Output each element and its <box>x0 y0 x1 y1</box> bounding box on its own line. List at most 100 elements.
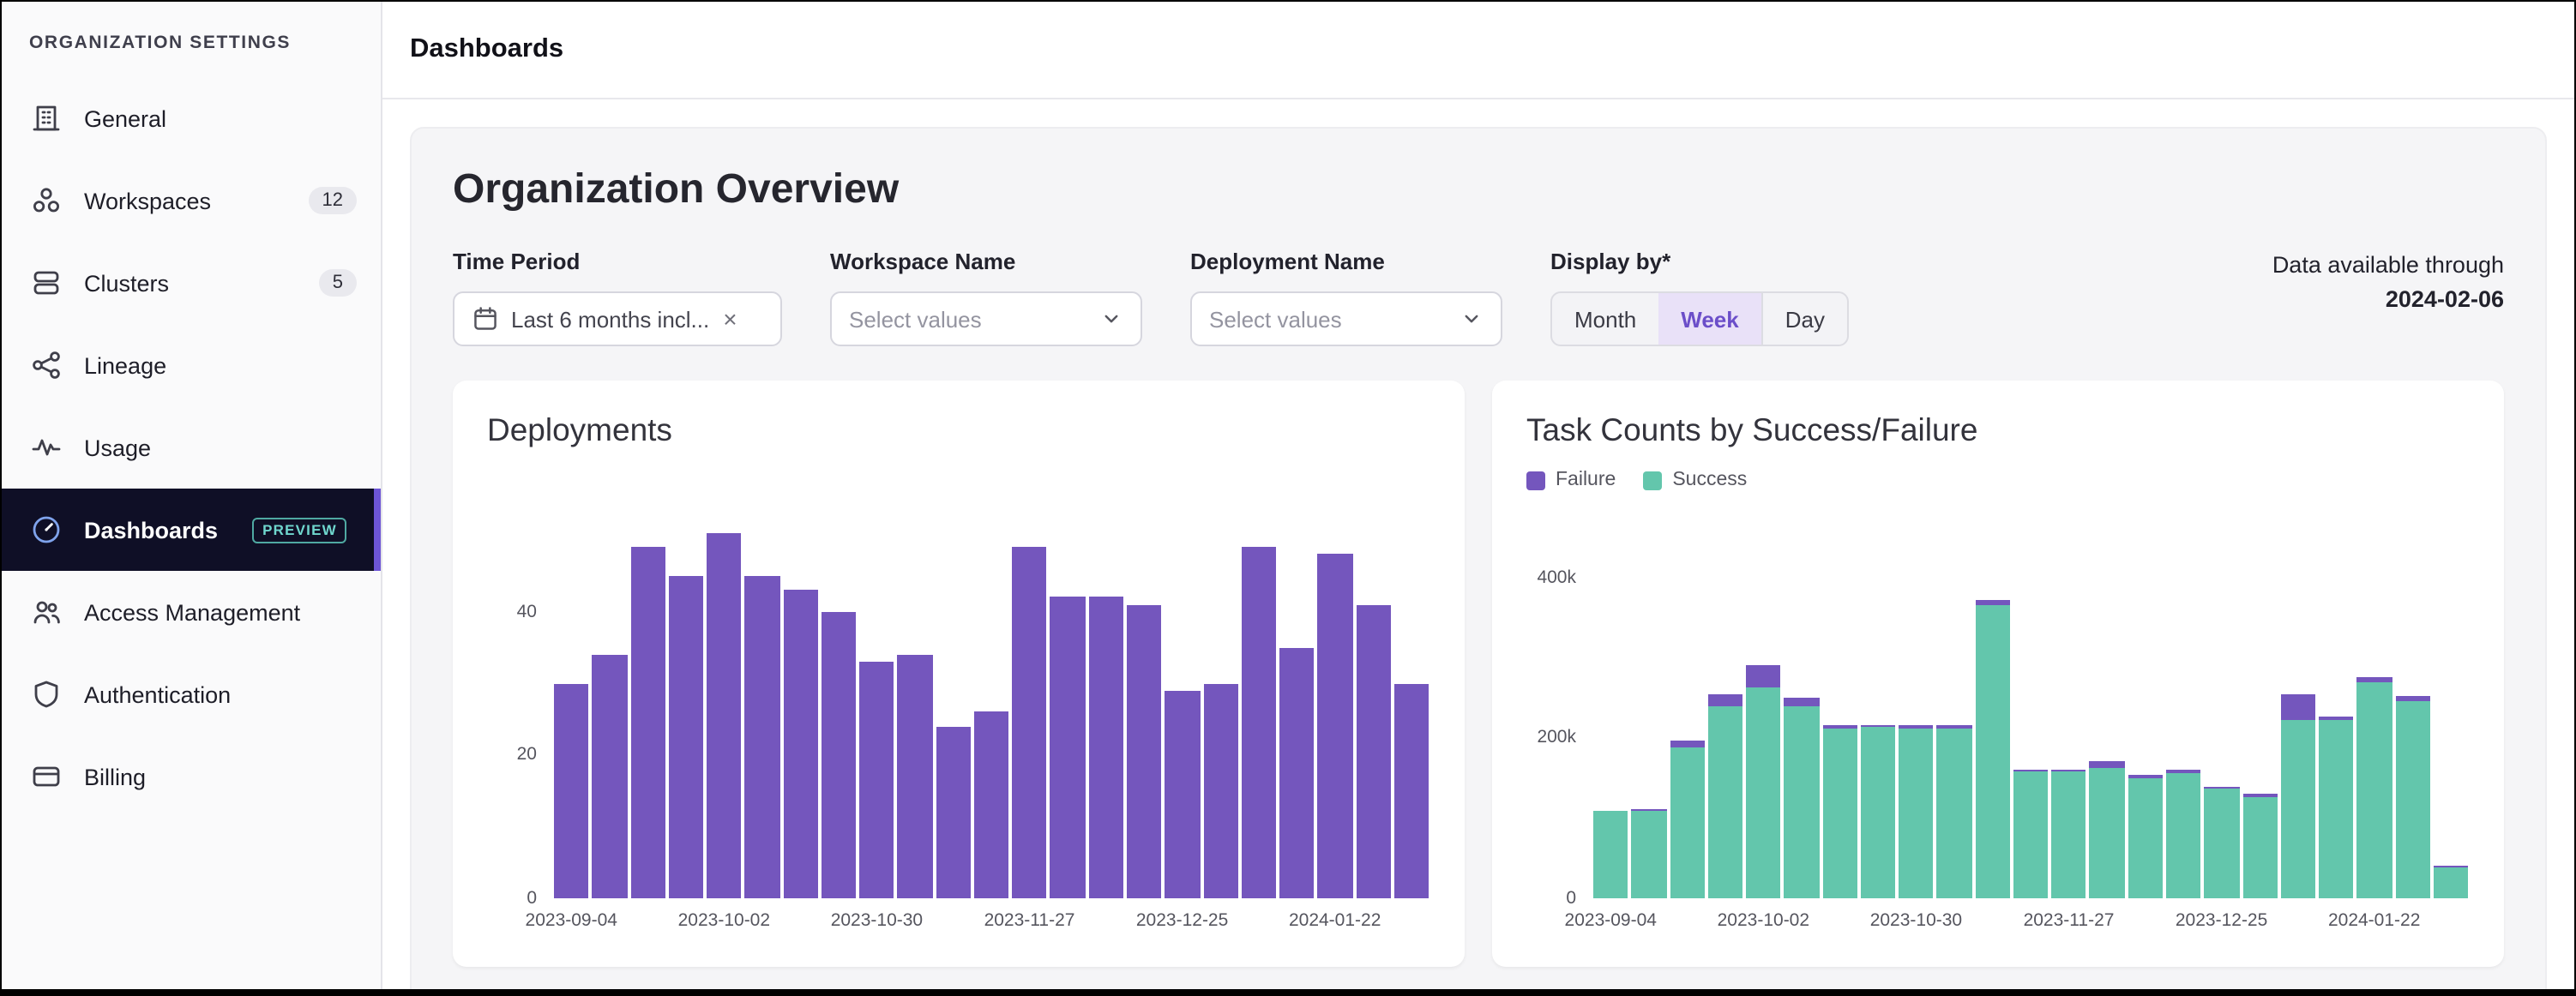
bar[interactable] <box>1785 545 1820 898</box>
bar[interactable] <box>2357 545 2392 898</box>
bar[interactable] <box>669 504 704 898</box>
sidebar-item-usage[interactable]: Usage <box>2 406 381 489</box>
bar[interactable] <box>1975 545 2010 898</box>
bar[interactable] <box>1165 504 1201 898</box>
bar[interactable] <box>2051 545 2086 898</box>
bar[interactable] <box>2319 545 2354 898</box>
legend-swatch <box>1526 471 1545 489</box>
sidebar-item-workspaces[interactable]: Workspaces 12 <box>2 159 381 242</box>
bar[interactable] <box>1088 504 1123 898</box>
bar[interactable] <box>898 504 933 898</box>
sidebar-section-title: ORGANIZATION SETTINGS <box>2 26 381 77</box>
bar[interactable] <box>2166 545 2201 898</box>
display-by-segmented: Month Week Day <box>1550 291 1849 346</box>
bar-segment-deployments <box>1203 683 1238 898</box>
bar[interactable] <box>1861 545 1896 898</box>
bar[interactable] <box>2434 545 2469 898</box>
bar-segment-success <box>1670 747 1705 898</box>
bar[interactable] <box>2395 545 2430 898</box>
display-by-month-button[interactable]: Month <box>1552 293 1658 345</box>
task-counts-chart-card: Task Counts by Success/Failure Failure Su… <box>1492 381 2504 967</box>
sidebar-item-dashboards[interactable]: Dashboards PREVIEW <box>2 489 381 571</box>
clear-icon[interactable]: × <box>721 305 738 333</box>
deployment-filter: Deployment Name Select values <box>1190 249 1502 346</box>
bar[interactable] <box>1670 545 1705 898</box>
bar-segment-deployments <box>593 655 628 898</box>
bar[interactable] <box>1394 504 1429 898</box>
sidebar-item-label: Authentication <box>84 681 231 707</box>
bar[interactable] <box>745 504 780 898</box>
sidebar-item-lineage[interactable]: Lineage <box>2 324 381 406</box>
bar[interactable] <box>1822 545 1857 898</box>
time-period-input[interactable]: Last 6 months incl... × <box>453 291 782 346</box>
gauge-icon <box>29 513 63 547</box>
bar[interactable] <box>2205 545 2240 898</box>
bar[interactable] <box>1203 504 1238 898</box>
bar[interactable] <box>1050 504 1086 898</box>
sidebar-item-authentication[interactable]: Authentication <box>2 653 381 735</box>
x-tick-label: 2023-12-25 <box>2176 910 2267 931</box>
bar[interactable] <box>1127 504 1162 898</box>
bar[interactable] <box>859 504 894 898</box>
bar[interactable] <box>1593 545 1628 898</box>
bar-segment-failure <box>1746 666 1781 688</box>
deployments-plot <box>552 504 1430 898</box>
time-period-value: Last 6 months incl... <box>511 306 709 332</box>
sidebar-item-clusters[interactable]: Clusters 5 <box>2 242 381 324</box>
bar[interactable] <box>1899 545 1934 898</box>
bar[interactable] <box>2281 545 2316 898</box>
bar[interactable] <box>1708 545 1743 898</box>
bar[interactable] <box>1318 504 1353 898</box>
bar-segment-success <box>2013 771 2049 898</box>
bar[interactable] <box>707 504 742 898</box>
time-period-filter: Time Period Last 6 months incl... × <box>453 249 782 346</box>
bar-segment-deployments <box>554 683 589 898</box>
bar[interactable] <box>783 504 818 898</box>
workspace-select[interactable]: Select values <box>830 291 1142 346</box>
bar-segment-failure <box>1708 693 1743 705</box>
bar[interactable] <box>1746 545 1781 898</box>
display-by-filter: Display by* Month Week Day <box>1550 249 1849 346</box>
charts-row: Deployments 02040 2023-09-042023-10-0220… <box>453 381 2504 967</box>
x-tick-label: 2023-10-02 <box>1718 910 1809 931</box>
legend-item-failure[interactable]: Failure <box>1526 470 1616 490</box>
bar[interactable] <box>936 504 971 898</box>
bar-segment-deployments <box>1242 547 1277 898</box>
bar[interactable] <box>554 504 589 898</box>
bar[interactable] <box>2242 545 2278 898</box>
bar[interactable] <box>1632 545 1667 898</box>
x-axis: 2023-09-042023-10-022023-10-302023-11-27… <box>552 898 1430 936</box>
bar-segment-success <box>2395 701 2430 898</box>
bar[interactable] <box>630 504 665 898</box>
x-tick-label: 2023-09-04 <box>1565 910 1657 931</box>
y-axis: 02040 <box>487 504 552 898</box>
bar[interactable] <box>974 504 1009 898</box>
lineage-icon <box>29 348 63 382</box>
deployment-select[interactable]: Select values <box>1190 291 1502 346</box>
sidebar-item-access-management[interactable]: Access Management <box>2 571 381 653</box>
bar[interactable] <box>2128 545 2163 898</box>
x-axis: 2023-09-042023-10-022023-10-302023-11-27… <box>1592 898 2470 936</box>
sidebar-item-billing[interactable]: Billing <box>2 735 381 818</box>
sidebar-item-label: Usage <box>84 435 151 460</box>
sidebar-item-general[interactable]: General <box>2 77 381 159</box>
display-by-day-button[interactable]: Day <box>1761 293 1847 345</box>
bar[interactable] <box>1356 504 1391 898</box>
bar[interactable] <box>1279 504 1315 898</box>
display-by-week-button[interactable]: Week <box>1658 293 1760 345</box>
bar-segment-deployments <box>1318 555 1353 898</box>
bar[interactable] <box>1937 545 1972 898</box>
data-available-note: Data available through 2024-02-06 <box>2272 249 2504 312</box>
filter-label: Time Period <box>453 249 782 274</box>
bar[interactable] <box>822 504 857 898</box>
bar[interactable] <box>2013 545 2049 898</box>
bar[interactable] <box>593 504 628 898</box>
bar[interactable] <box>1242 504 1277 898</box>
bar-segment-deployments <box>707 532 742 898</box>
data-available-date: 2024-02-06 <box>2272 286 2504 312</box>
bar[interactable] <box>2090 545 2125 898</box>
chart-title: Task Counts by Success/Failure <box>1526 411 2470 449</box>
legend-item-success[interactable]: Success <box>1643 470 1747 490</box>
bar[interactable] <box>1012 504 1047 898</box>
sidebar: ORGANIZATION SETTINGS General Workspaces… <box>2 2 382 989</box>
